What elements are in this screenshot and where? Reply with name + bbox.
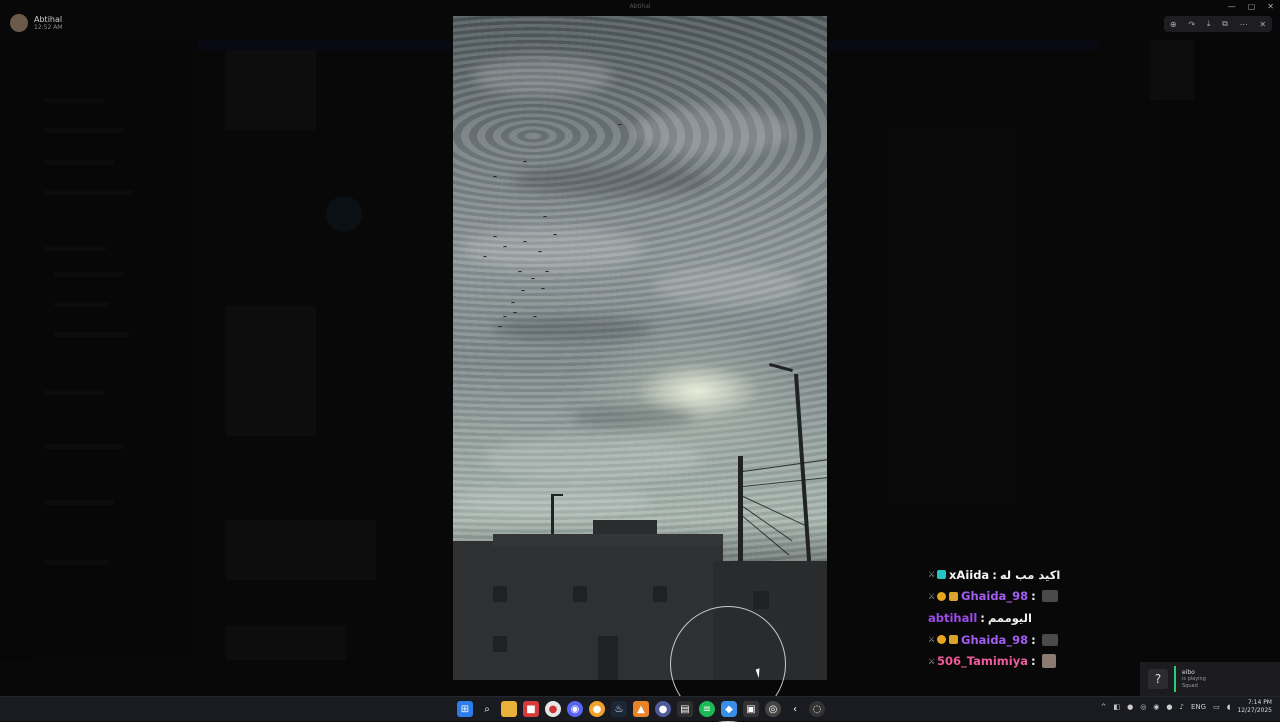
chat-username: xAiida bbox=[949, 567, 990, 582]
clock[interactable]: 7:14 PM 12/27/2025 bbox=[1237, 699, 1272, 715]
chat-username: Ghaida_98 bbox=[961, 632, 1029, 647]
more-icon[interactable]: ⋯ bbox=[1240, 20, 1248, 29]
browser-icon[interactable]: ● bbox=[589, 701, 605, 717]
emote-icon bbox=[1041, 654, 1056, 669]
microphone-icon[interactable]: ♪ bbox=[1180, 703, 1184, 711]
download-icon[interactable]: ⤓ bbox=[1207, 19, 1211, 29]
tray-app-icon[interactable]: ● bbox=[1166, 703, 1172, 711]
avatar bbox=[10, 14, 28, 32]
back-icon[interactable]: ‹ bbox=[787, 701, 803, 717]
crown-badge-icon bbox=[949, 635, 958, 645]
media-author: Abtihal 12:52 AM bbox=[10, 14, 62, 32]
tray-app-icon[interactable]: ◎ bbox=[1140, 703, 1146, 711]
start-icon[interactable]: ⊞ bbox=[457, 701, 473, 717]
chat-message: abtihall : اليوممم bbox=[928, 610, 1032, 625]
subscriber-badge-icon bbox=[937, 570, 946, 580]
search-icon[interactable]: ⌕ bbox=[479, 701, 495, 717]
status-bar bbox=[1174, 666, 1176, 692]
system-tray: ^ ◧ ● ◎ ◉ ● ♪ ENG ▭ ◖ 7:14 PM 12/27/2025 bbox=[1101, 699, 1272, 715]
gift-badge-icon bbox=[937, 635, 946, 645]
crown-badge-icon bbox=[949, 591, 958, 601]
language-indicator[interactable]: ENG bbox=[1191, 703, 1206, 711]
chat-username: Ghaida_98 bbox=[961, 589, 1029, 604]
stream-chat-overlay: ⚔ xAiida : اكيد مب له ⚔ Ghaida_98 : abti… bbox=[928, 564, 1148, 672]
game-name: Squad bbox=[1182, 682, 1198, 689]
taskbar: ⊞ ⌕ ■ ● ◉ ● ♨ ▲ ● ▤ ≡ ◆ ▣ ◎ ‹ ◌ ^ ◧ ● ◎ … bbox=[0, 696, 1280, 721]
post-time: 12:52 AM bbox=[34, 23, 63, 31]
window-close-icon[interactable]: ✕ bbox=[1267, 2, 1274, 11]
app-cyan-icon[interactable]: ◆ bbox=[721, 701, 737, 717]
open-external-icon[interactable]: ⧉ bbox=[1222, 19, 1228, 29]
chat-message: ⚔ 506_Tamimiya : bbox=[928, 650, 1148, 672]
media-image[interactable] bbox=[453, 16, 827, 680]
volume-icon[interactable]: ◖ bbox=[1227, 703, 1231, 711]
chat-text: اليوممم bbox=[987, 610, 1032, 625]
sword-badge-icon: ⚔ bbox=[928, 570, 936, 580]
window-title: Abtihal bbox=[629, 3, 651, 10]
file-explorer-icon[interactable] bbox=[501, 701, 517, 717]
tray-app-icon[interactable]: ◧ bbox=[1113, 703, 1120, 711]
zoom-icon[interactable]: ⊕ bbox=[1170, 20, 1177, 29]
minimize-icon[interactable]: — bbox=[1228, 2, 1236, 11]
chat-message: ⚔ Ghaida_98 : bbox=[928, 629, 1148, 651]
playing-status: is playing bbox=[1182, 675, 1206, 682]
app-red-icon[interactable]: ■ bbox=[523, 701, 539, 717]
obs-icon[interactable]: ◌ bbox=[809, 701, 825, 717]
sword-badge-icon: ⚔ bbox=[928, 656, 936, 666]
tray-app-icon[interactable]: ● bbox=[1127, 703, 1133, 711]
window-controls: — ▢ ✕ bbox=[1228, 2, 1274, 11]
discord-tray-icon[interactable]: ◉ bbox=[1153, 703, 1159, 711]
app-blue-icon[interactable]: ● bbox=[655, 701, 671, 717]
network-icon[interactable]: ▭ bbox=[1213, 703, 1220, 711]
chat-message: ⚔ Ghaida_98 : bbox=[928, 586, 1148, 608]
player-name: eibo bbox=[1182, 668, 1195, 676]
app-red-circle-icon[interactable]: ◎ bbox=[765, 701, 781, 717]
taskbar-apps: ⊞ ⌕ ■ ● ◉ ● ♨ ▲ ● ▤ ≡ ◆ ▣ ◎ ‹ ◌ bbox=[457, 701, 825, 717]
chat-text: اكيد مب له bbox=[999, 567, 1061, 582]
emote-icon bbox=[1041, 590, 1058, 603]
chat-message: ⚔ xAiida : اكيد مب له bbox=[928, 567, 1061, 582]
terminal-icon[interactable]: ▤ bbox=[677, 701, 693, 717]
emote-icon bbox=[1041, 633, 1058, 646]
maximize-icon[interactable]: ▢ bbox=[1248, 2, 1256, 11]
discord-icon[interactable]: ◉ bbox=[567, 701, 583, 717]
gift-badge-icon bbox=[937, 591, 946, 601]
now-playing-card[interactable]: ? eibo is playing Squad bbox=[1140, 662, 1280, 696]
chat-username: abtihall bbox=[928, 610, 978, 625]
game-icon: ? bbox=[1148, 669, 1168, 689]
sword-badge-icon: ⚔ bbox=[928, 591, 936, 601]
chrome-icon[interactable]: ● bbox=[545, 701, 561, 717]
app-orange-icon[interactable]: ▲ bbox=[633, 701, 649, 717]
clock-date: 12/27/2025 bbox=[1237, 707, 1272, 714]
chevron-up-icon[interactable]: ^ bbox=[1101, 703, 1107, 711]
steam-icon[interactable]: ♨ bbox=[611, 701, 627, 717]
forward-icon[interactable]: ↷ bbox=[1188, 20, 1195, 29]
author-name: Abtihal bbox=[34, 14, 63, 24]
clock-time: 7:14 PM bbox=[1247, 699, 1272, 706]
app-dark-icon[interactable]: ▣ bbox=[743, 701, 759, 717]
spotify-icon[interactable]: ≡ bbox=[699, 701, 715, 717]
sword-badge-icon: ⚔ bbox=[928, 635, 936, 645]
viewer-toolbar: ⊕ ↷ ⤓ ⧉ ⋯ ✕ bbox=[1164, 16, 1272, 32]
close-icon[interactable]: ✕ bbox=[1259, 20, 1266, 29]
chat-username: 506_Tamimiya bbox=[937, 654, 1028, 669]
